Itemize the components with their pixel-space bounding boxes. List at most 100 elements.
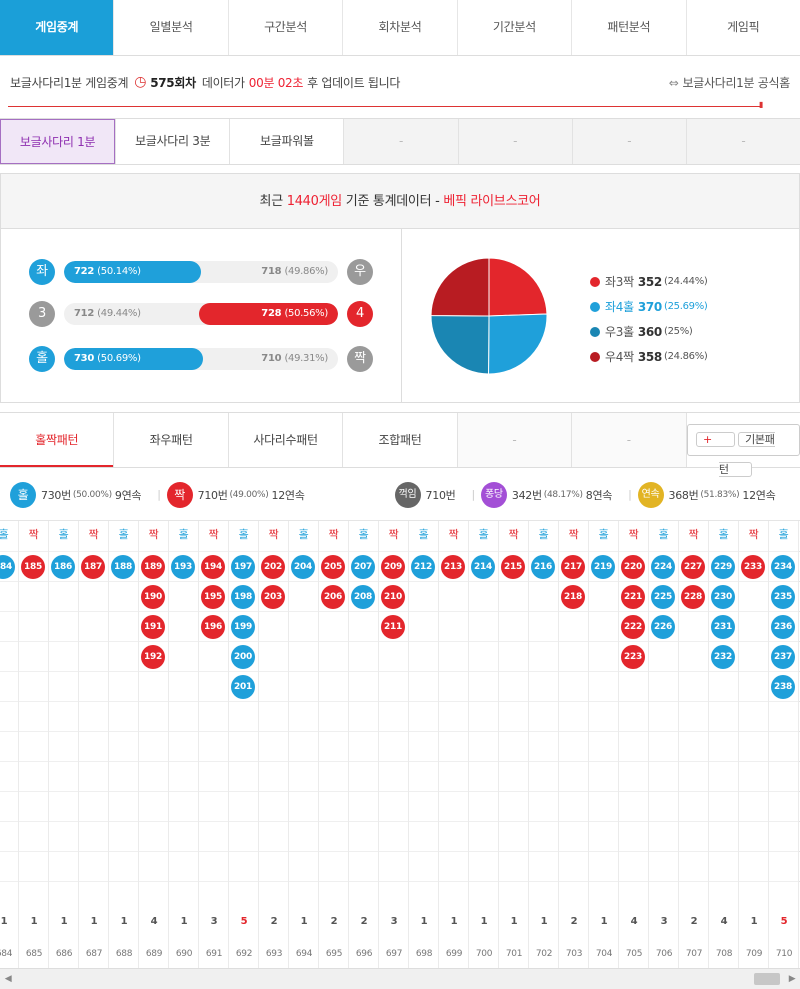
grid-cell <box>529 701 558 731</box>
pattern-grid[interactable]: 홀 184 1 684 짝 185 1 685 홀 186 1 686 짝 187 1 687 홀 188 1 688… <box>0 521 800 968</box>
grid-cell <box>109 731 138 761</box>
subtab-ladder-3min[interactable]: 보글사다리 3분 <box>115 119 230 164</box>
grid-cell <box>469 701 498 731</box>
grid-cell <box>139 671 168 701</box>
grid-cell <box>409 701 438 731</box>
grid-cell <box>169 581 198 611</box>
tab-daily[interactable]: 일별분석 <box>113 0 227 55</box>
grid-cell <box>439 671 468 701</box>
round-ball: 185 <box>21 555 45 579</box>
grid-cell <box>199 881 228 911</box>
column-header: 홀 <box>298 528 309 541</box>
grid-cell <box>199 671 228 701</box>
grid-cell: 201 <box>229 671 258 701</box>
grid-cell <box>499 581 528 611</box>
grid-cell <box>559 761 588 791</box>
grid-cell <box>199 791 228 821</box>
tab-section[interactable]: 구간분석 <box>227 0 342 55</box>
grid-cell <box>19 611 48 641</box>
grid-cell <box>649 761 678 791</box>
grid-cell <box>199 851 228 881</box>
round-ball: 231 <box>711 615 735 639</box>
round-ball: 238 <box>771 675 795 699</box>
grid-cell <box>649 881 678 911</box>
ratio-track: 730 (50.69%) 710 (49.31%) <box>64 348 338 370</box>
grid-cell <box>589 581 618 611</box>
subtab-powerball[interactable]: 보글파워볼 <box>229 119 344 164</box>
tab-ladder-count-pattern[interactable]: 사다리수패턴 <box>227 413 343 467</box>
grid-cell <box>379 701 408 731</box>
pattern-column: 홀 197 198 199 200 201 5 692 <box>229 521 259 968</box>
round-ball: 209 <box>381 555 405 579</box>
grid-cell: 206 <box>319 581 348 611</box>
streak-count: 5 <box>780 916 788 927</box>
grid-cell <box>439 881 468 911</box>
grid-cell <box>169 821 198 851</box>
grid-cell: 185 <box>19 551 48 581</box>
grid-cell <box>0 881 18 911</box>
grid-cell <box>169 671 198 701</box>
grid-cell <box>589 611 618 641</box>
grid-cell <box>409 611 438 641</box>
round-ball: 220 <box>621 555 645 579</box>
round-ball: 215 <box>501 555 525 579</box>
pattern-column: 홀 224 225 226 3 706 <box>649 521 679 968</box>
update-suffix: 후 업데이트 됩니다 <box>307 75 401 90</box>
subtab-ladder-1min[interactable]: 보글사다리 1분 <box>0 119 116 164</box>
scroll-left-icon[interactable]: ◀ <box>0 969 16 989</box>
round-ball: 199 <box>231 615 255 639</box>
round-ball: 194 <box>201 555 225 579</box>
tab-combo-pattern[interactable]: 조합패턴 <box>342 413 457 467</box>
right-ball: 4 <box>347 301 373 327</box>
round-ball: 212 <box>411 555 435 579</box>
grid-cell: 186 <box>49 551 78 581</box>
grid-cell <box>229 821 258 851</box>
tab-left-right-pattern[interactable]: 좌우패턴 <box>113 413 228 467</box>
round-ball: 226 <box>651 615 675 639</box>
tab-live[interactable]: 게임중계 <box>0 0 114 55</box>
grid-cell <box>529 791 558 821</box>
tab-round[interactable]: 회차분석 <box>342 0 456 55</box>
grid-cell <box>19 821 48 851</box>
grid-cell <box>49 671 78 701</box>
round-ball: 191 <box>141 615 165 639</box>
pattern-column: 홀 193 1 690 <box>169 521 199 968</box>
round-ball: 225 <box>651 585 675 609</box>
grid-cell <box>649 821 678 851</box>
grid-cell: 184 <box>0 551 18 581</box>
grid-cell: 199 <box>229 611 258 641</box>
basic-pattern-select[interactable]: + 기본패턴 <box>685 413 800 477</box>
grid-cell: 209 <box>379 551 408 581</box>
grid-cell <box>589 761 618 791</box>
grid-cell <box>79 671 108 701</box>
streak-count: 3 <box>390 916 398 927</box>
pattern-column: 홀 204 1 694 <box>289 521 319 968</box>
ratio-row-left-right: 좌 722 (50.14%) 718 (49.86%) 우 <box>29 259 373 285</box>
round-ball: 192 <box>141 645 165 669</box>
grid-cell <box>19 641 48 671</box>
horizontal-scrollbar[interactable]: ◀ ▶ <box>0 968 800 989</box>
grid-cell <box>529 881 558 911</box>
grid-cell <box>49 731 78 761</box>
official-home-link[interactable]: ⇔ 보글사다리1분 공식홈 <box>669 74 791 91</box>
round-ball: 203 <box>261 585 285 609</box>
countdown: 00분 02초 <box>248 75 304 90</box>
combo-pie-section: 좌3짝 352 (24.44%) 좌4홀 370 (25.69%) 우3홀 360 (25%… <box>402 229 800 403</box>
scroll-right-icon[interactable]: ▶ <box>784 969 800 989</box>
grid-cell <box>409 791 438 821</box>
grid-cell <box>499 611 528 641</box>
grid-cell <box>469 611 498 641</box>
left-ball: 좌 <box>29 259 55 285</box>
tab-period[interactable]: 기간분석 <box>456 0 571 55</box>
round-ball: 196 <box>201 615 225 639</box>
grid-cell <box>169 881 198 911</box>
tab-pick[interactable]: 게임픽 <box>685 0 800 55</box>
tab-pattern[interactable]: 패턴분석 <box>571 0 685 55</box>
grid-cell: 227 <box>679 551 708 581</box>
grid-cell <box>409 731 438 761</box>
grid-cell: 194 <box>199 551 228 581</box>
streak-count: 1 <box>510 916 518 927</box>
scroll-thumb[interactable] <box>754 973 780 985</box>
grid-cell <box>199 701 228 731</box>
tab-odd-even-pattern[interactable]: 홀짝패턴 <box>0 413 114 467</box>
